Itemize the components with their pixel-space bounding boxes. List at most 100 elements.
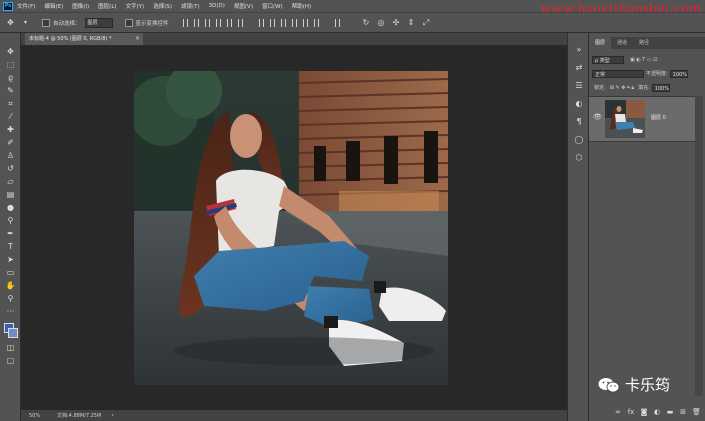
swatch-icon[interactable]: ◯	[574, 135, 584, 145]
screen-mode-icon[interactable]: ▢	[5, 356, 16, 365]
opacity-field[interactable]: 100%	[669, 69, 688, 78]
layer-name[interactable]: 图层 0	[651, 114, 666, 121]
blend-row: 正常 不透明度: 100%	[592, 69, 688, 78]
close-icon[interactable]: ×	[135, 33, 140, 45]
status-expand-icon[interactable]: ›	[111, 412, 113, 419]
align-vcenter-icon[interactable]	[193, 18, 199, 27]
menu-view[interactable]: 视图(V)	[234, 2, 253, 10]
align-left-icon[interactable]	[215, 18, 221, 27]
layer-style-icon[interactable]: fx	[627, 408, 635, 416]
hand-icon[interactable]: ✋	[5, 281, 16, 290]
distribute-hcenter-icon[interactable]	[302, 18, 308, 27]
path-select-icon[interactable]: ➤	[5, 255, 16, 264]
layer-row[interactable]: 👁︎ 图层 0	[589, 96, 695, 142]
3d-drag-icon[interactable]: ✣	[392, 18, 401, 27]
tab-channels[interactable]: 通道	[611, 37, 633, 49]
menu-window[interactable]: 窗口(W)	[262, 2, 283, 10]
wechat-watermark: 卡乐筠	[598, 374, 670, 395]
layers-footer: ∞ fx ◙ ◐ ▬ ⊞ 🗑︎	[589, 405, 705, 419]
menu-image[interactable]: 图像(I)	[72, 2, 89, 10]
3d-slide-icon[interactable]: ⇕	[407, 18, 416, 27]
eyedropper-icon[interactable]: ⁄	[5, 112, 16, 121]
quick-mask-icon[interactable]: ◫	[5, 343, 16, 352]
distribute-vcenter-icon[interactable]	[269, 18, 275, 27]
align-hcenter-icon[interactable]	[226, 18, 232, 27]
document-tab-bar: 未标题-4 @ 50% (图层 0, RGB/8) * ×	[21, 33, 567, 46]
type-icon[interactable]: T	[5, 242, 16, 251]
filter-icons[interactable]: ▣ ◐ T ▭ ⊡	[630, 57, 657, 63]
zoom-level[interactable]: 50%	[29, 413, 57, 419]
filter-row: ρ 类型 ▣ ◐ T ▭ ⊡	[592, 55, 659, 64]
zoom-icon[interactable]: ⚲	[5, 294, 16, 303]
move-icon[interactable]: ✥	[5, 47, 16, 56]
auto-select-checkbox[interactable]	[42, 18, 50, 27]
wechat-icon	[598, 377, 620, 392]
3d-icon[interactable]: ⬡	[574, 153, 584, 163]
eye-icon[interactable]: 👁︎	[593, 113, 602, 121]
lasso-icon[interactable]: ϱ	[5, 73, 16, 82]
more-icon[interactable]: ···	[5, 307, 16, 316]
layers-panel-tabs: 图层 通道 路径	[589, 37, 705, 49]
shape-icon[interactable]: ▭	[5, 268, 16, 277]
link-layers-icon[interactable]: ∞	[614, 408, 622, 416]
menu-help[interactable]: 帮助(H)	[292, 2, 311, 10]
add-mask-icon[interactable]: ◙	[640, 408, 648, 416]
menu-edit[interactable]: 编辑(E)	[44, 2, 63, 10]
align-top-icon[interactable]	[182, 18, 188, 27]
menu-filter[interactable]: 滤镜(T)	[181, 2, 200, 10]
tool-preset-chevron-icon[interactable]: ▾	[21, 18, 30, 27]
align-right-icon[interactable]	[237, 18, 243, 27]
menu-3d[interactable]: 3D(D)	[209, 3, 225, 9]
distribute-buttons	[258, 18, 325, 27]
fill-field[interactable]: 100%	[651, 83, 670, 92]
history-brush-icon[interactable]: ↺	[5, 164, 16, 173]
adjust-icon[interactable]: ◐	[574, 99, 584, 109]
dodge-icon[interactable]: ⚲	[5, 216, 16, 225]
delete-layer-icon[interactable]: 🗑︎	[692, 408, 701, 416]
menu-file[interactable]: 文件(F)	[17, 2, 35, 10]
blur-icon[interactable]: ●	[5, 203, 16, 212]
document-image[interactable]	[134, 71, 448, 385]
distribute-left-icon[interactable]	[291, 18, 297, 27]
healing-icon[interactable]: ✚	[5, 125, 16, 134]
marquee-icon[interactable]: ⬚	[5, 60, 16, 69]
pen-icon[interactable]: ✒	[5, 229, 16, 238]
stamp-icon[interactable]: ♙	[5, 151, 16, 160]
3d-rotate-icon[interactable]: ↻	[362, 18, 371, 27]
transform-controls-checkbox[interactable]	[124, 18, 133, 27]
quick-select-icon[interactable]: ✎	[5, 86, 16, 95]
3d-roll-icon[interactable]: ◎	[377, 18, 386, 27]
auto-align-icon[interactable]	[334, 18, 340, 27]
eraser-icon[interactable]: ▱	[5, 177, 16, 186]
properties-icon[interactable]: ☰	[574, 81, 584, 91]
background-color-swatch[interactable]	[8, 328, 18, 338]
layers-scrollbar[interactable]	[695, 96, 703, 396]
distribute-top-icon[interactable]	[258, 18, 264, 27]
gradient-icon[interactable]: ▤	[5, 190, 16, 199]
brush-icon[interactable]: ✐	[5, 138, 16, 147]
menu-select[interactable]: 选择(S)	[153, 2, 172, 10]
move-tool-icon[interactable]: ✥	[6, 18, 15, 27]
tab-layers[interactable]: 图层	[589, 37, 612, 49]
kind-filter-dropdown[interactable]: ρ 类型	[592, 55, 624, 64]
menu-type[interactable]: 文字(Y)	[126, 2, 145, 10]
blend-mode-dropdown[interactable]: 正常	[592, 69, 644, 78]
auto-align-buttons	[334, 18, 346, 27]
history-icon[interactable]: ⇄	[574, 63, 584, 73]
menu-layer[interactable]: 图层(L)	[98, 2, 116, 10]
align-bottom-icon[interactable]	[204, 18, 210, 27]
adjustment-layer-icon[interactable]: ◐	[653, 408, 661, 416]
auto-select-dropdown[interactable]: 图层	[84, 17, 113, 28]
new-layer-icon[interactable]: ⊞	[679, 408, 687, 416]
crop-icon[interactable]: ⌗	[5, 99, 16, 108]
document-tab[interactable]: 未标题-4 @ 50% (图层 0, RGB/8) * ×	[25, 33, 143, 45]
new-group-icon[interactable]: ▬	[666, 408, 674, 416]
distribute-right-icon[interactable]	[313, 18, 319, 27]
tab-paths[interactable]: 路径	[633, 37, 655, 49]
distribute-bottom-icon[interactable]	[280, 18, 286, 27]
3d-scale-icon[interactable]: ⤢	[422, 18, 431, 27]
brush-settings-icon[interactable]: ¶	[574, 117, 584, 127]
collapse-chevron-icon[interactable]: »	[574, 45, 584, 55]
lock-icons[interactable]: ⊞ ✎ ✥ ⌗ 🔒︎	[610, 85, 634, 91]
transform-controls-label: 显示变换控件	[135, 20, 169, 27]
